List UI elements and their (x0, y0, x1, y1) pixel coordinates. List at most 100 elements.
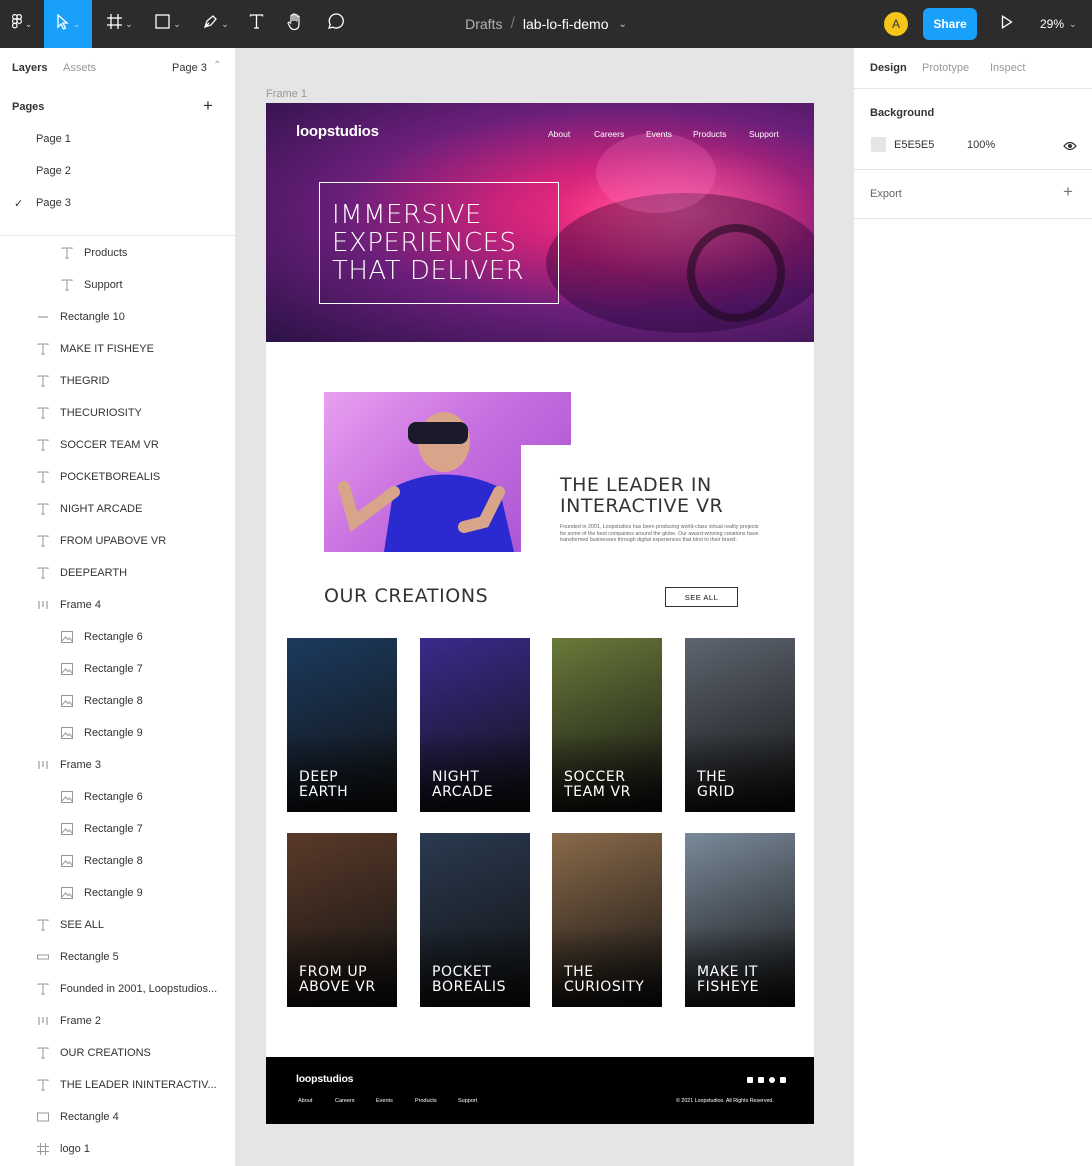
nav-link-about[interactable]: About (548, 129, 570, 139)
tab-prototype[interactable]: Prototype (922, 62, 969, 74)
footer-link-careers[interactable]: Careers (335, 1098, 355, 1104)
layer-item[interactable]: Rectangle 9 (60, 877, 143, 909)
chevron-down-icon[interactable]: ⌄ (619, 19, 627, 30)
instagram-icon[interactable] (780, 1077, 786, 1083)
frame-icon (107, 14, 123, 34)
layer-item[interactable]: NIGHT ARCADE (36, 493, 142, 525)
add-export-icon[interactable]: + (1063, 182, 1073, 202)
layer-item[interactable]: Frame 4 (36, 589, 101, 621)
creation-card[interactable]: MAKE IT FISHEYE (685, 833, 795, 1007)
page-item-current[interactable]: Page 3 (36, 197, 71, 209)
layer-item[interactable]: THEGRID (36, 365, 110, 397)
avatar[interactable]: A (884, 12, 908, 36)
background-color-swatch[interactable] (871, 137, 886, 152)
tab-assets[interactable]: Assets (63, 62, 96, 74)
layer-item[interactable]: THECURIOSITY (36, 397, 142, 429)
image-icon (60, 694, 74, 708)
tab-inspect[interactable]: Inspect (990, 62, 1025, 74)
background-opacity-input[interactable]: 100% (967, 139, 995, 151)
file-name[interactable]: lab-lo-fi-demo (523, 16, 609, 32)
creation-card[interactable]: POCKET BOREALIS (420, 833, 530, 1007)
layer-item[interactable]: Founded in 2001, Loopstudios... (36, 973, 217, 1005)
creation-card[interactable]: THE GRID (685, 638, 795, 812)
pinterest-icon[interactable] (769, 1077, 775, 1083)
facebook-icon[interactable] (747, 1077, 753, 1083)
layer-item[interactable]: Rectangle 4 (36, 1101, 119, 1133)
twitter-icon[interactable] (758, 1077, 764, 1083)
layer-item[interactable]: MAKE IT FISHEYE (36, 333, 154, 365)
creation-card[interactable]: NIGHT ARCADE (420, 638, 530, 812)
comment-tool-button[interactable] (322, 0, 348, 48)
layer-item[interactable]: SEE ALL (36, 909, 104, 941)
layer-item[interactable]: THE LEADER ININTERACTIV... (36, 1069, 217, 1101)
line-icon (36, 310, 50, 324)
footer-copyright: © 2021 Loopstudios. All Rights Reserved. (676, 1098, 774, 1104)
text-icon (36, 1078, 50, 1092)
breadcrumb-drafts[interactable]: Drafts (465, 16, 502, 32)
nav-link-careers[interactable]: Careers (594, 129, 624, 139)
layer-item[interactable]: Rectangle 6 (60, 781, 143, 813)
creation-card[interactable]: THE CURIOSITY (552, 833, 662, 1007)
layer-item[interactable]: Rectangle 9 (60, 717, 143, 749)
layer-item[interactable]: OUR CREATIONS (36, 1037, 151, 1069)
chevron-up-icon[interactable]: ⌃ (213, 60, 221, 71)
hand-icon (286, 12, 304, 36)
layer-item[interactable]: Rectangle 10 (36, 301, 125, 333)
text-icon (36, 918, 50, 932)
share-button[interactable]: Share (923, 8, 977, 40)
hand-tool-button[interactable] (282, 0, 308, 48)
background-hex-input[interactable]: E5E5E5 (894, 139, 934, 151)
card-label: MAKE IT FISHEYE (697, 964, 760, 995)
layer-item[interactable]: Rectangle 7 (60, 813, 143, 845)
play-icon (1001, 14, 1013, 34)
footer-link-about[interactable]: About (298, 1098, 312, 1104)
layer-item[interactable]: SOCCER TEAM VR (36, 429, 159, 461)
layer-item[interactable]: Rectangle 5 (36, 941, 119, 973)
page-selector[interactable]: Page 3 (172, 62, 207, 74)
card-label: DEEP EARTH (299, 769, 349, 800)
creation-card[interactable]: SOCCER TEAM VR (552, 638, 662, 812)
text-icon (36, 470, 50, 484)
see-all-button[interactable]: SEE ALL (665, 587, 738, 607)
tab-layers[interactable]: Layers (12, 62, 47, 74)
main-menu-button[interactable]: ⌄ (0, 0, 44, 48)
layer-item[interactable]: DEEPEARTH (36, 557, 127, 589)
image-icon (60, 886, 74, 900)
footer-link-support[interactable]: Support (458, 1098, 477, 1104)
layer-item[interactable]: POCKETBOREALIS (36, 461, 160, 493)
nav-link-support[interactable]: Support (749, 129, 779, 139)
layer-item[interactable]: Frame 3 (36, 749, 101, 781)
eye-icon[interactable] (1063, 138, 1077, 156)
layer-item[interactable]: Rectangle 8 (60, 685, 143, 717)
footer-link-products[interactable]: Products (415, 1098, 437, 1104)
move-tool-button[interactable]: ⌄ (44, 0, 92, 48)
frame-label[interactable]: Frame 1 (266, 88, 307, 100)
nav-link-events[interactable]: Events (646, 129, 672, 139)
zoom-control[interactable]: 29% ⌄ (1040, 0, 1077, 48)
page-item[interactable]: Page 1 (36, 133, 71, 145)
layer-item[interactable]: FROM UPABOVE VR (36, 525, 166, 557)
layer-item[interactable]: Products (60, 237, 127, 269)
add-page-icon[interactable]: + (203, 96, 213, 116)
tab-design[interactable]: Design (870, 62, 907, 74)
layer-item[interactable]: Rectangle 7 (60, 653, 143, 685)
design-frame[interactable]: loopstudios About Careers Events Product… (266, 103, 814, 1124)
creation-card[interactable]: DEEP EARTH (287, 638, 397, 812)
creation-card[interactable]: FROM UP ABOVE VR (287, 833, 397, 1007)
present-button[interactable] (996, 0, 1018, 48)
footer-link-events[interactable]: Events (376, 1098, 393, 1104)
text-tool-button[interactable] (244, 0, 268, 48)
layer-item[interactable]: Support (60, 269, 123, 301)
layer-item[interactable]: Frame 2 (36, 1005, 101, 1037)
frame-tool-button[interactable]: ⌄ (100, 0, 140, 48)
page-item[interactable]: Page 2 (36, 165, 71, 177)
pen-tool-button[interactable]: ⌄ (196, 0, 236, 48)
layer-label: THECURIOSITY (60, 407, 142, 419)
layer-item[interactable]: Rectangle 8 (60, 845, 143, 877)
nav-link-products[interactable]: Products (693, 129, 727, 139)
shape-tool-button[interactable]: ⌄ (148, 0, 188, 48)
export-heading: Export (870, 188, 902, 200)
text-icon (36, 534, 50, 548)
layer-item[interactable]: logo 1 (36, 1133, 90, 1165)
layer-item[interactable]: Rectangle 6 (60, 621, 143, 653)
